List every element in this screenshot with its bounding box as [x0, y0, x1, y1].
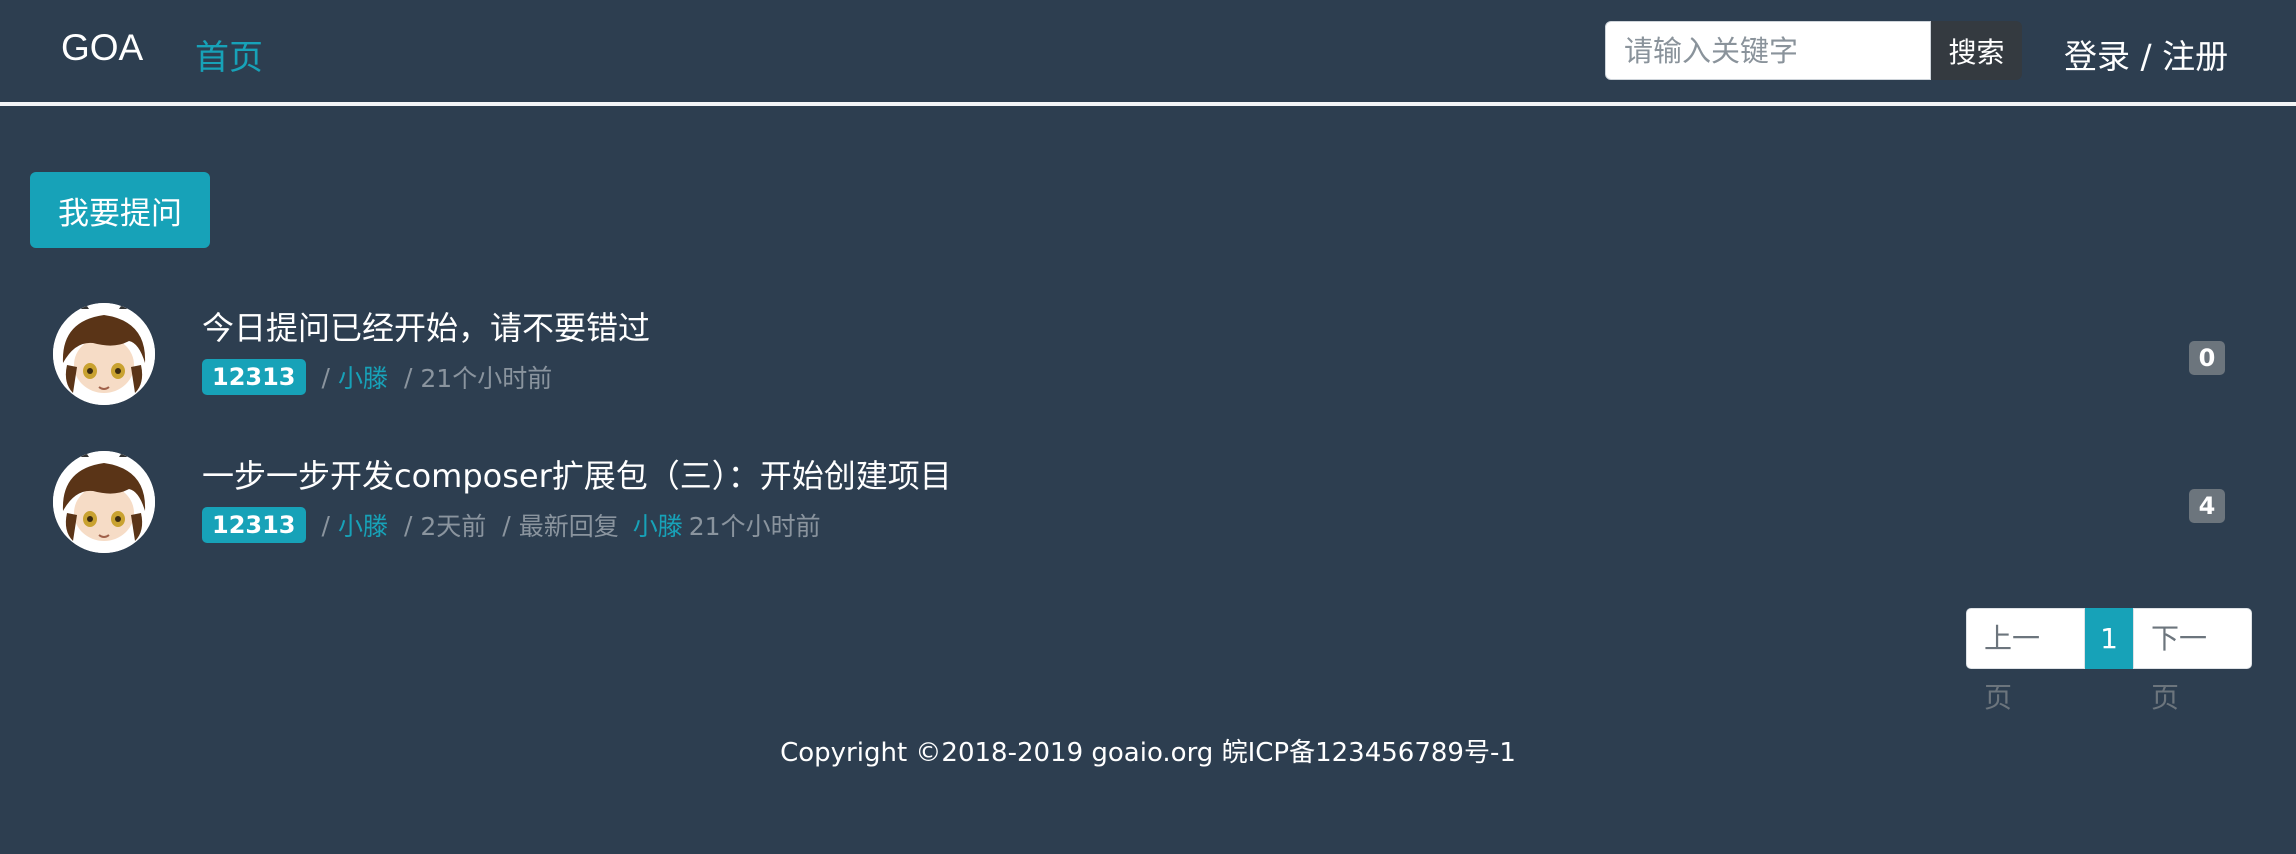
- brand-logo[interactable]: GOA: [61, 27, 143, 69]
- category-tag[interactable]: 12313: [202, 359, 306, 395]
- meta-separator: /: [502, 510, 511, 540]
- post-meta: 12313 / 小滕 / 21个小时前: [202, 358, 552, 396]
- login-register-link[interactable]: 登录 / 注册: [2064, 30, 2228, 78]
- navbar: GOA 首页 搜索 登录 / 注册: [0, 0, 2296, 106]
- prev-page-button[interactable]: 上一页: [1966, 608, 2085, 714]
- search-input[interactable]: [1605, 21, 1931, 80]
- post-time: 21个小时前: [420, 364, 553, 393]
- meta-separator: /: [403, 362, 413, 392]
- last-reply-label: 最新回复: [518, 512, 619, 541]
- category-tag[interactable]: 12313: [202, 507, 306, 543]
- avatar-image: [53, 303, 155, 405]
- ask-question-button[interactable]: 我要提问: [30, 172, 210, 248]
- search-button[interactable]: 搜索: [1931, 21, 2022, 80]
- post-title[interactable]: 今日提问已经开始，请不要错过: [202, 303, 650, 349]
- meta-separator: /: [321, 362, 330, 392]
- avatar[interactable]: [53, 303, 155, 405]
- nav-home-link[interactable]: 首页: [195, 30, 263, 79]
- pagination: 上一页 1 下一页: [1966, 608, 2252, 714]
- author-link[interactable]: 小滕: [338, 359, 388, 395]
- post-time: 2天前: [420, 512, 487, 541]
- last-reply-user-link[interactable]: 小滕: [633, 507, 683, 543]
- meta-separator: /: [403, 510, 413, 540]
- footer-copyright: Copyright ©2018-2019 goaio.org 皖ICP备1234…: [780, 738, 1516, 768]
- last-reply-time: 21个小时前: [688, 512, 821, 541]
- reply-count-badge: 4: [2189, 489, 2225, 523]
- avatar-image: [53, 451, 155, 553]
- post-meta: 12313 / 小滕 / 2天前 / 最新回复 小滕 21个小时前: [202, 506, 821, 544]
- avatar[interactable]: [53, 451, 155, 553]
- reply-count-badge: 0: [2189, 341, 2225, 375]
- post-title[interactable]: 一步一步开发composer扩展包（三）：开始创建项目: [202, 451, 952, 497]
- post-item: 今日提问已经开始，请不要错过 12313 / 小滕 / 21个小时前 0: [0, 303, 2296, 413]
- next-page-button[interactable]: 下一页: [2133, 608, 2252, 714]
- page-1-button[interactable]: 1: [2085, 608, 2133, 669]
- meta-separator: /: [321, 510, 330, 540]
- post-item: 一步一步开发composer扩展包（三）：开始创建项目 12313 / 小滕 /…: [0, 451, 2296, 561]
- author-link[interactable]: 小滕: [338, 507, 388, 543]
